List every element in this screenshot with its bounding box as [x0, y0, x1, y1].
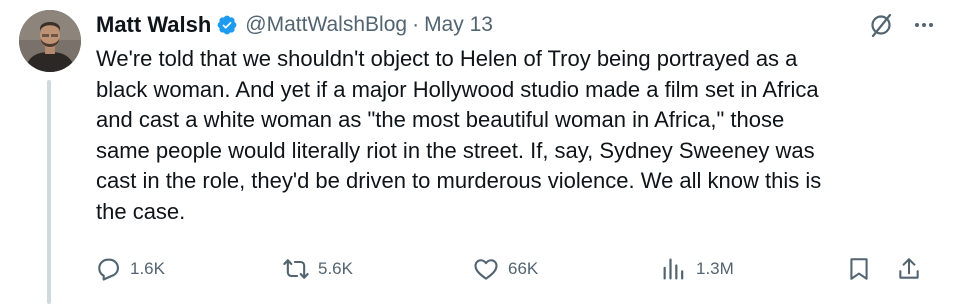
views-button[interactable]: 1.3M	[660, 255, 734, 283]
separator-dot: ·	[412, 13, 420, 36]
tweet-text-line: and cast a white woman as "the most beau…	[96, 107, 785, 132]
more-icon[interactable]	[912, 13, 936, 37]
author-handle[interactable]: @MattWalshBlog	[245, 13, 407, 37]
tweet-text-line: black woman. And yet if a major Hollywoo…	[96, 76, 819, 102]
like-count: 66K	[508, 259, 539, 278]
repost-icon	[283, 259, 309, 279]
like-button[interactable]: 66K	[472, 255, 538, 283]
tweet-date[interactable]: May 13	[424, 13, 493, 37]
tweet-top-actions	[868, 12, 936, 38]
tweet-text-line: same people would literally riot in the …	[96, 137, 815, 163]
reply-count: 1.6K	[130, 259, 165, 278]
tweet-text: We're told that we shouldn't object to H…	[96, 44, 936, 227]
views-count: 1.3M	[696, 259, 734, 278]
repost-button[interactable]: 5.6K	[282, 255, 353, 283]
tweet-text-line: the case.	[96, 198, 186, 224]
avatar[interactable]	[19, 10, 81, 72]
grok-slash-icon[interactable]	[868, 12, 894, 38]
bookmark-icon	[850, 258, 868, 280]
tweet-action-bar: 1.6K 5.6K 66K 1.3M	[0, 255, 960, 289]
share-icon	[899, 258, 919, 279]
tweet-text-line: We're told that we shouldn't object to H…	[96, 46, 798, 71]
tweet-header: Matt Walsh @MattWalshBlog · May 13	[96, 10, 493, 40]
share-button[interactable]	[896, 255, 922, 283]
reply-icon	[98, 258, 119, 281]
like-icon	[474, 259, 498, 280]
bookmark-button[interactable]	[846, 255, 872, 283]
author-name[interactable]: Matt Walsh	[96, 12, 211, 38]
tweet-text-line: cast in the role, they'd be driven to mu…	[96, 168, 822, 193]
tweet[interactable]: Matt Walsh @MattWalshBlog · May 13 We're…	[0, 0, 960, 304]
verified-badge-icon	[216, 14, 238, 36]
views-icon	[663, 258, 684, 280]
reply-button[interactable]: 1.6K	[94, 255, 165, 283]
repost-count: 5.6K	[318, 259, 353, 278]
